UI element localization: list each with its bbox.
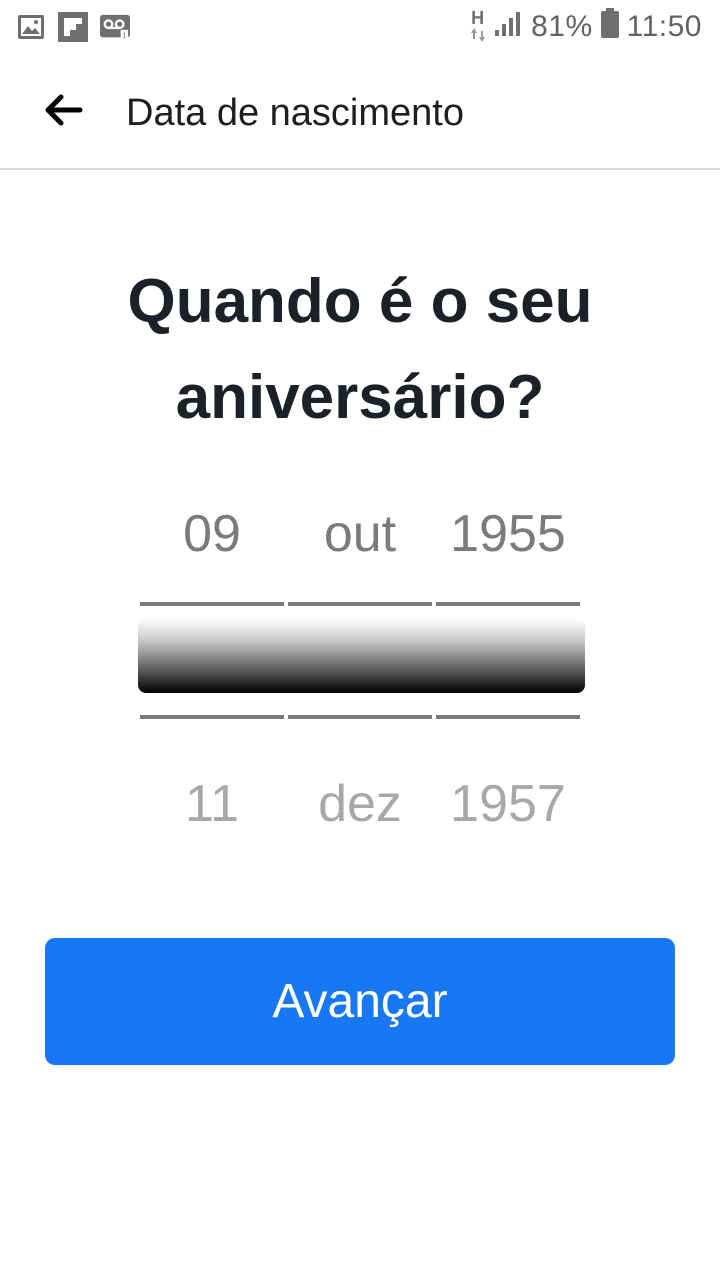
gallery-icon [16,12,46,42]
arrow-left-icon [43,94,83,131]
picker-year-below[interactable]: 1957 [436,774,580,834]
day-divider-top [140,602,284,606]
notification-icons: 1 [16,12,130,42]
date-picker[interactable]: 09 out 1955 11 dez 1957 [138,480,585,840]
next-button[interactable]: Avançar [45,938,675,1065]
question-heading: Quando é o seu aniversário? [127,267,593,432]
month-divider-bottom [288,715,432,719]
picker-day-above[interactable]: 09 [140,504,284,564]
day-divider-bottom [140,715,284,719]
signal-icon [495,10,523,44]
voicemail-icon: 1 [100,12,130,42]
page-title: Data de nascimento [126,92,464,134]
back-button[interactable] [40,92,86,132]
battery-icon [600,8,619,46]
screen: 1 H 81% 11:50 Data de nascimento Quando … [0,0,720,1280]
battery-percent: 81% [531,10,593,43]
month-divider-top [288,602,432,606]
network-type-label: H [471,8,485,28]
year-divider-top [436,602,580,606]
picker-month-below[interactable]: dez [288,774,432,834]
flipboard-icon [58,12,88,42]
system-status: H 81% 11:50 [471,8,702,46]
network-type-icon: H [471,8,487,44]
picker-month-above[interactable]: out [288,504,432,564]
selected-date-band[interactable] [138,618,585,693]
status-bar: 1 H 81% 11:50 [0,0,720,56]
svg-text:1: 1 [122,30,126,39]
picker-day-below[interactable]: 11 [140,774,284,834]
clock: 11:50 [626,10,702,43]
app-bar: Data de nascimento [0,56,720,170]
year-divider-bottom [436,715,580,719]
picker-year-above[interactable]: 1955 [436,504,580,564]
